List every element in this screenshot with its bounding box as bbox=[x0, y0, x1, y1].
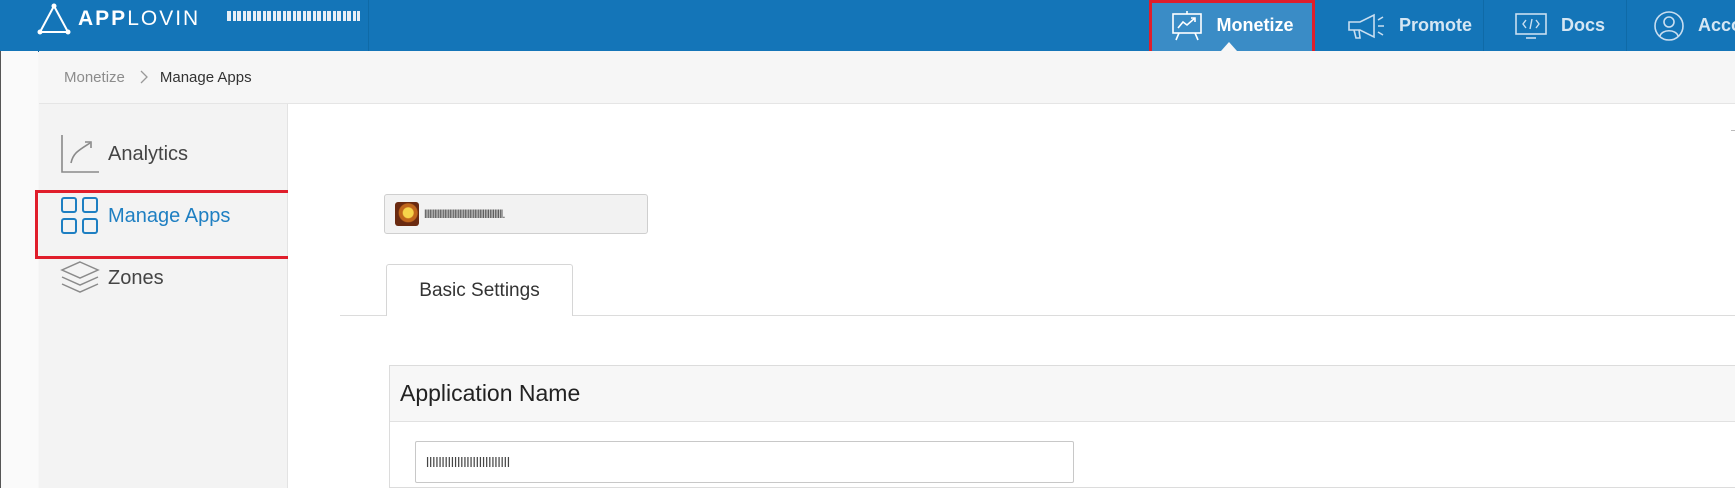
analytics-chart-icon bbox=[59, 133, 101, 175]
panel-header: Application Name bbox=[390, 366, 1735, 422]
sidebar-item-analytics[interactable]: Analytics bbox=[39, 126, 287, 182]
application-name-input[interactable] bbox=[415, 441, 1074, 483]
left-gutter bbox=[1, 51, 38, 488]
tab-basic-settings[interactable]: Basic Settings bbox=[386, 264, 573, 316]
tab-label: Basic Settings bbox=[419, 279, 540, 301]
nav-docs[interactable]: Docs bbox=[1514, 0, 1605, 51]
top-navigation-bar: APPLOVIN Monetize Promote Docs Acc bbox=[0, 0, 1735, 52]
nav-label: Acco bbox=[1698, 15, 1735, 35]
nav-divider bbox=[1626, 0, 1627, 51]
applovin-logo[interactable]: APPLOVIN bbox=[36, 2, 200, 36]
logo-triangle-icon bbox=[37, 3, 71, 35]
breadcrumb: Monetize Manage Apps bbox=[39, 51, 1735, 104]
breadcrumb-current: Manage Apps bbox=[159, 68, 252, 86]
chevron-right-icon bbox=[140, 70, 148, 84]
application-name-panel: Application Name bbox=[389, 365, 1735, 488]
selected-app-name[interactable] bbox=[227, 11, 360, 21]
nav-account[interactable]: Acco bbox=[1653, 0, 1735, 51]
highlight-box-manage-apps bbox=[35, 190, 293, 259]
app-thumbnail bbox=[395, 202, 419, 226]
user-circle-icon bbox=[1653, 10, 1685, 42]
panel-title: Application Name bbox=[400, 380, 581, 406]
nav-promote[interactable]: Promote bbox=[1346, 0, 1472, 51]
layers-icon bbox=[59, 257, 101, 299]
breadcrumb-link-monetize[interactable]: Monetize bbox=[64, 69, 125, 86]
nav-label: Docs bbox=[1561, 15, 1606, 35]
nav-divider bbox=[1483, 0, 1484, 51]
logo-text: APPLOVIN bbox=[78, 7, 201, 30]
megaphone-icon bbox=[1346, 12, 1386, 40]
sidebar-item-label: Zones bbox=[108, 266, 164, 289]
code-window-icon bbox=[1514, 12, 1548, 40]
nav-divider bbox=[368, 0, 369, 51]
app-selector-dropdown[interactable]: llllllllllllllllllllllllllllllllllllllll… bbox=[384, 194, 648, 234]
divider bbox=[1731, 130, 1735, 131]
sidebar: Analytics Manage Apps Zones bbox=[39, 104, 288, 488]
nav-label: Promote bbox=[1399, 15, 1473, 35]
app-selector-name: llllllllllllllllllllllllllllllllllllllll… bbox=[424, 207, 506, 221]
sidebar-item-label: Analytics bbox=[108, 142, 189, 165]
